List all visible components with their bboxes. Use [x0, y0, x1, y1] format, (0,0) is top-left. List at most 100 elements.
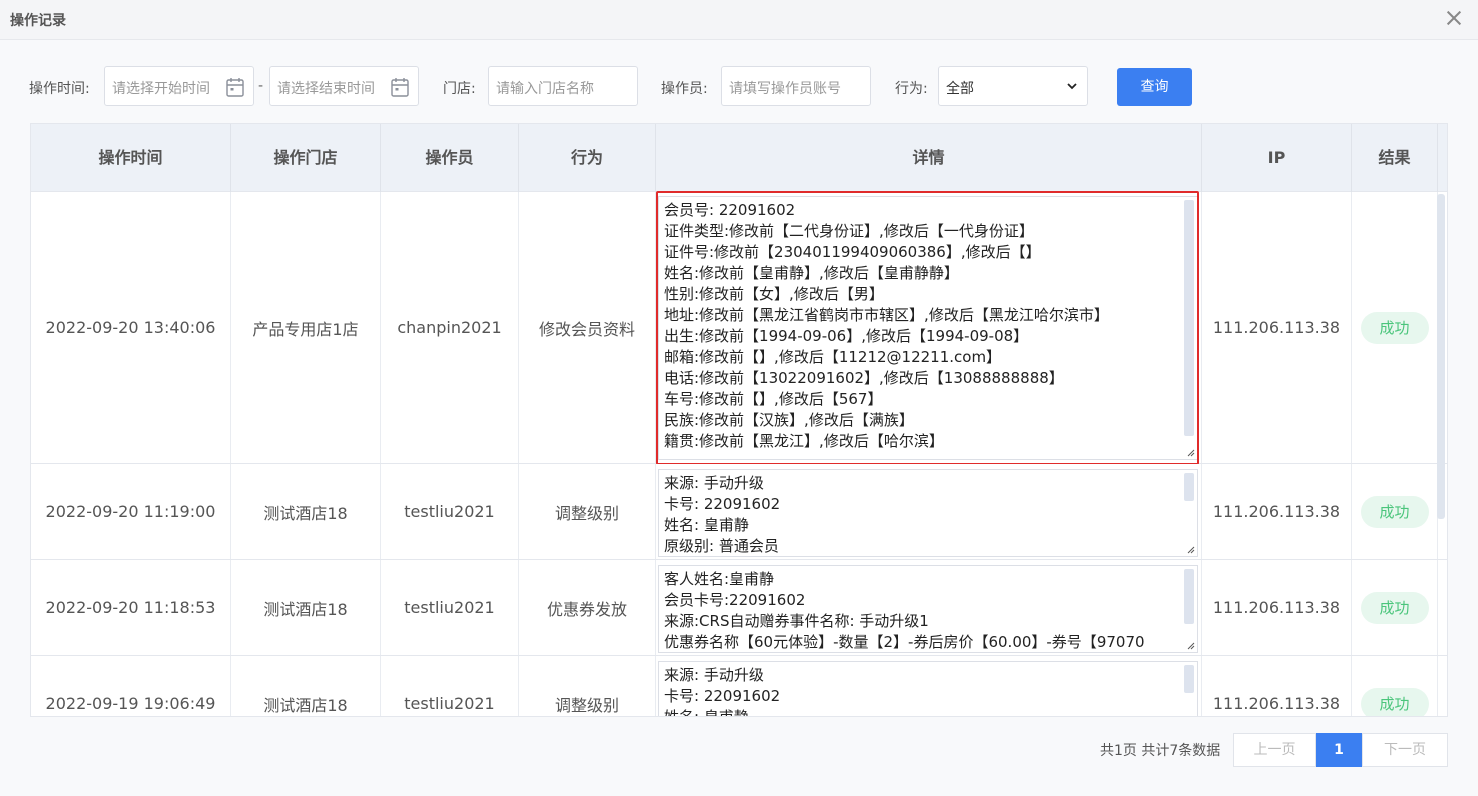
detail-line: 原级别: 普通会员 [664, 537, 779, 555]
cell-operator: testliu2021 [381, 464, 519, 559]
cell-time: 2022-09-20 13:40:06 [31, 192, 231, 463]
status-badge: 成功 [1360, 311, 1429, 344]
detail-line: 来源: 手动升级 [664, 474, 764, 492]
detail-line: 卡号: 22091602 [664, 495, 781, 513]
action-selected-value: 全部 [946, 81, 974, 97]
resize-handle-icon[interactable] [1185, 640, 1195, 650]
cell-action: 修改会员资料 [519, 192, 656, 463]
detail-line: 电话:修改前【13022091602】,修改后【13088888888】 [664, 369, 1064, 387]
date-separator: - [258, 78, 264, 94]
cell-ip: 111.206.113.38 [1202, 656, 1352, 716]
pagination-summary: 共1页 共计7条数据 [1100, 743, 1221, 759]
cell-store: 产品专用店1店 [231, 192, 381, 463]
cell-result: 成功 [1352, 560, 1438, 655]
start-time-input[interactable]: 请选择开始时间 [104, 66, 254, 106]
prev-page-button[interactable]: 上一页 [1233, 733, 1316, 767]
detail-line: 来源:CRS自动赠券事件名称: 手动升级1 [664, 612, 929, 630]
header-store: 操作门店 [231, 124, 381, 192]
detail-line: 地址:修改前【黑龙江省鹤岗市市辖区】,修改后【黑龙江哈尔滨市】 [664, 306, 1109, 324]
dialog-title: 操作记录 [10, 13, 66, 29]
operator-input[interactable]: 请填写操作员账号 [721, 66, 871, 106]
end-time-placeholder: 请选择结束时间 [277, 81, 375, 97]
detail-line: 民族:修改前【汉族】,修改后【满族】 [664, 411, 914, 429]
detail-line: 邮箱:修改前【】,修改后【11212@12211.com】 [664, 348, 1002, 366]
detail-line: 姓名: 皇甫静 [664, 708, 749, 717]
textarea-scrollbar[interactable] [1184, 665, 1194, 693]
cell-action: 调整级别 [519, 656, 656, 716]
operator-placeholder: 请填写操作员账号 [729, 81, 841, 97]
header-result: 结果 [1352, 124, 1438, 192]
cell-operator: testliu2021 [381, 560, 519, 655]
operator-label: 操作员: [661, 81, 708, 97]
cell-store: 测试酒店18 [231, 560, 381, 655]
detail-line: 证件类型:修改前【二代身份证】,修改后【一代身份证】 [664, 222, 1034, 240]
store-input[interactable]: 请输入门店名称 [488, 66, 638, 106]
table-row: 2022-09-20 11:18:53 测试酒店18 testliu2021 优… [31, 560, 1447, 656]
detail-line: 来源: 手动升级 [664, 666, 764, 684]
end-time-input[interactable]: 请选择结束时间 [269, 66, 419, 106]
time-label: 操作时间: [29, 81, 90, 97]
header-ip: IP [1202, 124, 1352, 192]
details-textarea[interactable]: 来源: 手动升级 卡号: 22091602 姓名: 皇甫静 原级别: 普通会员 [658, 469, 1198, 557]
status-badge: 成功 [1360, 687, 1429, 716]
filter-bar: 操作时间: 请选择开始时间 - 请选择结束时间 门店: 请输入门店名称 操作员:… [0, 66, 1478, 108]
resize-handle-icon[interactable] [1185, 447, 1195, 457]
search-button[interactable]: 查询 [1117, 68, 1192, 106]
operation-log-dialog: 操作记录 操作时间: 请选择开始时间 - 请选择结束时间 门店: 请输入门店名称… [0, 0, 1478, 796]
table-header: 操作时间 操作门店 操作员 行为 详情 IP 结果 [31, 124, 1447, 192]
cell-result: 成功 [1352, 192, 1438, 463]
table-scrollbar[interactable] [1437, 194, 1445, 519]
cell-store: 测试酒店18 [231, 656, 381, 716]
log-table: 操作时间 操作门店 操作员 行为 详情 IP 结果 2022-09-20 13:… [30, 123, 1448, 717]
action-label: 行为: [895, 81, 928, 97]
detail-line: 证件号:修改前【230401199409060386】,修改后【】 [664, 243, 1041, 261]
cell-time: 2022-09-19 19:06:49 [31, 656, 231, 716]
header-operator: 操作员 [381, 124, 519, 192]
cell-ip: 111.206.113.38 [1202, 560, 1352, 655]
page-1-button[interactable]: 1 [1316, 733, 1362, 767]
dialog-header: 操作记录 [0, 0, 1478, 40]
detail-line: 出生:修改前【1994-09-06】,修改后【1994-09-08】 [664, 327, 1029, 345]
cell-operator: testliu2021 [381, 656, 519, 716]
action-select[interactable]: 全部 [938, 66, 1088, 106]
cell-store: 测试酒店18 [231, 464, 381, 559]
cell-result: 成功 [1352, 464, 1438, 559]
next-page-button[interactable]: 下一页 [1362, 733, 1448, 767]
detail-line: 车号:修改前【】,修改后【567】 [664, 390, 883, 408]
textarea-scrollbar[interactable] [1184, 200, 1194, 436]
close-icon[interactable] [1442, 6, 1466, 30]
cell-action: 优惠券发放 [519, 560, 656, 655]
resize-handle-icon[interactable] [1185, 544, 1195, 554]
detail-line: 会员号: 22091602 [664, 201, 796, 219]
start-time-placeholder: 请选择开始时间 [112, 81, 210, 97]
cell-action: 调整级别 [519, 464, 656, 559]
detail-line: 客人姓名:皇甫静 [664, 570, 775, 588]
store-label: 门店: [443, 81, 476, 97]
store-placeholder: 请输入门店名称 [496, 81, 594, 97]
cell-result: 成功 [1352, 656, 1438, 716]
header-time: 操作时间 [31, 124, 231, 192]
status-badge: 成功 [1360, 495, 1429, 528]
table-row: 2022-09-20 11:19:00 测试酒店18 testliu2021 调… [31, 464, 1447, 560]
details-textarea[interactable]: 客人姓名:皇甫静 会员卡号:22091602 来源:CRS自动赠券事件名称: 手… [658, 565, 1198, 653]
detail-line: 会员卡号:22091602 [664, 591, 806, 609]
detail-line: 卡号: 22091602 [664, 687, 781, 705]
detail-line: 姓名: 皇甫静 [664, 516, 749, 534]
details-textarea[interactable]: 会员号: 22091602 证件类型:修改前【二代身份证】,修改后【一代身份证】… [658, 196, 1198, 460]
cell-time: 2022-09-20 11:18:53 [31, 560, 231, 655]
table-row: 2022-09-20 13:40:06 产品专用店1店 chanpin2021 … [31, 191, 1447, 465]
cell-ip: 111.206.113.38 [1202, 464, 1352, 559]
detail-line: 姓名:修改前【皇甫静】,修改后【皇甫静静】 [664, 264, 959, 282]
textarea-scrollbar[interactable] [1184, 473, 1194, 501]
table-row: 2022-09-19 19:06:49 测试酒店18 testliu2021 调… [31, 656, 1447, 717]
details-textarea[interactable]: 来源: 手动升级 卡号: 22091602 姓名: 皇甫静 [658, 661, 1198, 717]
cell-operator: chanpin2021 [381, 192, 519, 463]
detail-line: 籍贯:修改前【黑龙江】,修改后【哈尔滨】 [664, 432, 944, 450]
detail-line: 优惠券名称【60元体验】-数量【2】-券后房价【60.00】-券号【97070 [664, 633, 1145, 651]
detail-line: 性别:修改前【女】,修改后【男】 [664, 285, 884, 303]
cell-ip: 111.206.113.38 [1202, 192, 1352, 463]
header-action: 行为 [519, 124, 656, 192]
textarea-scrollbar[interactable] [1184, 569, 1194, 624]
calendar-icon [391, 78, 409, 97]
cell-time: 2022-09-20 11:19:00 [31, 464, 231, 559]
